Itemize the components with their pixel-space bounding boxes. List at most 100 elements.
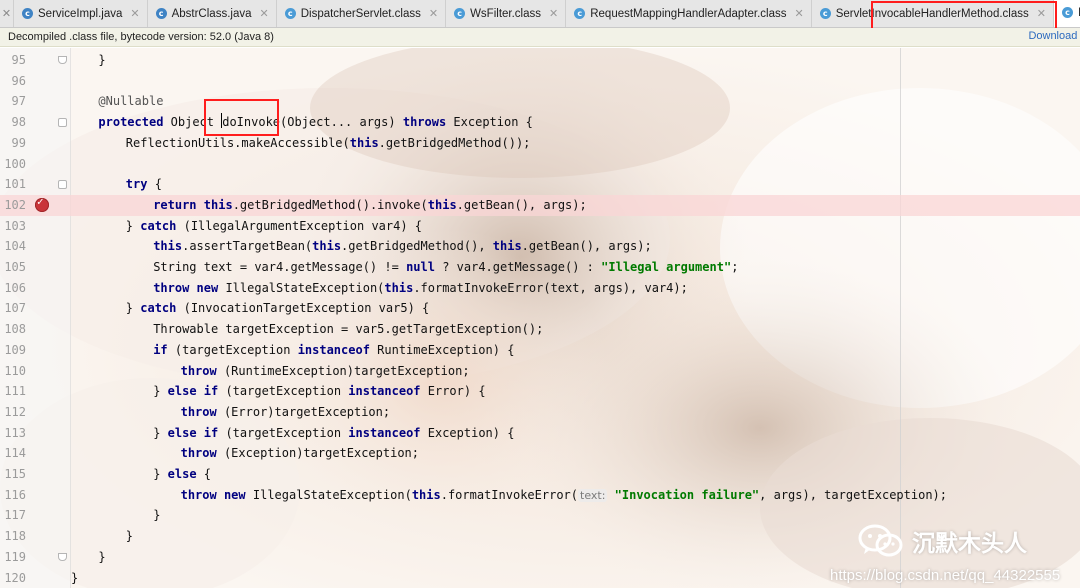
code-text[interactable]: } else { <box>153 464 211 485</box>
tab-close-icon[interactable]: ✕ <box>794 7 803 20</box>
line-number[interactable]: 102 <box>0 195 26 216</box>
code-text[interactable]: try { <box>126 174 162 195</box>
code-text[interactable]: } catch (IllegalArgumentException var4) … <box>126 216 422 237</box>
code-line[interactable]: 114 throw (Exception)targetException; <box>0 443 1080 464</box>
code-line[interactable]: 116 throw new IllegalStateException(this.… <box>0 485 1080 506</box>
breakpoint-icon[interactable] <box>35 195 49 212</box>
code-text[interactable]: } <box>153 505 160 526</box>
watermark-url: https://blog.csdn.net/qq_44322555 <box>830 567 1061 584</box>
tab-abstrclass-java[interactable]: c AbstrClass.java ✕ <box>148 0 277 27</box>
download-sources-link[interactable]: Download Sou <box>1028 30 1080 42</box>
tab-close-icon[interactable]: ✕ <box>0 0 14 27</box>
code-text[interactable]: @Nullable <box>98 91 163 112</box>
code-line[interactable]: 108 Throwable targetException = var5.getT… <box>0 319 1080 340</box>
line-number[interactable]: 106 <box>0 278 26 299</box>
line-number[interactable]: 115 <box>0 464 26 485</box>
code-line[interactable]: 109 if (targetException instanceof Runtim… <box>0 340 1080 361</box>
code-text[interactable]: ReflectionUtils.makeAccessible(this.getB… <box>126 133 531 154</box>
keyword: else <box>167 467 197 481</box>
line-number[interactable]: 110 <box>0 361 26 382</box>
tab-invocablehandlermethod-class[interactable]: cInvocableHandlerMethod.class✕ <box>1053 0 1080 27</box>
code-token: (RuntimeException)targetException; <box>216 363 470 378</box>
code-line[interactable]: 100 <box>0 154 1080 175</box>
tab-close-icon[interactable]: ✕ <box>429 7 438 20</box>
tab-close-icon[interactable]: ✕ <box>259 7 268 20</box>
code-text[interactable]: throw (Exception)targetException; <box>181 443 419 464</box>
code-text[interactable]: throw (Error)targetException; <box>181 402 391 423</box>
code-line[interactable]: 102 return this.getBridgedMethod().invoke… <box>0 194 1080 216</box>
line-number[interactable]: 113 <box>0 423 26 444</box>
line-number[interactable]: 108 <box>0 319 26 340</box>
tab-close-icon[interactable]: ✕ <box>1037 7 1046 20</box>
keyword: new <box>223 487 246 502</box>
line-number[interactable]: 98 <box>0 112 26 133</box>
keyword: this <box>427 197 457 212</box>
line-number[interactable]: 101 <box>0 174 26 195</box>
line-number[interactable]: 111 <box>0 381 26 402</box>
line-number[interactable]: 104 <box>0 236 26 257</box>
line-number[interactable]: 118 <box>0 526 26 547</box>
tab-close-icon[interactable]: ✕ <box>130 7 139 20</box>
code-line[interactable]: 110 throw (RuntimeException)targetExcepti… <box>0 361 1080 382</box>
code-text[interactable]: throw new IllegalStateException(this.for… <box>153 278 688 299</box>
code-text[interactable]: throw (RuntimeException)targetException; <box>181 361 470 382</box>
line-number[interactable]: 96 <box>0 71 26 92</box>
code-text[interactable]: throw new IllegalStateException(this.for… <box>181 485 947 507</box>
line-number[interactable]: 112 <box>0 402 26 423</box>
code-text[interactable]: } <box>98 50 105 71</box>
tab-close-icon[interactable]: ✕ <box>549 7 558 20</box>
code-text[interactable]: protected Object doInvoke(Object... args… <box>98 112 533 133</box>
code-editor[interactable]: 95} 96 97 @Nullable 98 protected Object doInv… <box>0 48 1080 588</box>
code-line[interactable]: 98 protected Object doInvoke(Object... ar… <box>0 112 1080 133</box>
code-line[interactable]: 103 } catch (IllegalArgumentException var… <box>0 216 1080 237</box>
code-line[interactable]: 112 throw (Error)targetException; <box>0 402 1080 423</box>
line-number[interactable]: 116 <box>0 485 26 506</box>
code-line[interactable]: 107 } catch (InvocationTargetException va… <box>0 298 1080 319</box>
line-number[interactable]: 99 <box>0 133 26 154</box>
line-number[interactable]: 105 <box>0 257 26 278</box>
line-number[interactable]: 114 <box>0 443 26 464</box>
code-line[interactable]: 104 this.assertTargetBean(this.getBridged… <box>0 236 1080 257</box>
line-number[interactable]: 107 <box>0 298 26 319</box>
line-number[interactable]: 95 <box>0 50 26 71</box>
code-line[interactable]: 113 } else if (targetException instanceof… <box>0 423 1080 444</box>
keyword: this <box>312 239 342 254</box>
code-text[interactable]: Throwable targetException = var5.getTarg… <box>153 319 543 340</box>
code-text[interactable]: } <box>98 547 105 568</box>
line-number[interactable]: 103 <box>0 216 26 237</box>
fold-marker-icon[interactable] <box>58 180 67 190</box>
line-number[interactable]: 117 <box>0 505 26 526</box>
code-text[interactable]: if (targetException instanceof RuntimeEx… <box>153 340 514 361</box>
code-text[interactable]: } else if (targetException instanceof Ex… <box>153 423 514 444</box>
code-line[interactable]: 105 String text = var4.getMessage() != nu… <box>0 257 1080 278</box>
fold-marker-icon[interactable] <box>58 118 67 128</box>
code-line[interactable]: 97 @Nullable <box>0 91 1080 112</box>
fold-marker-icon[interactable] <box>58 552 67 561</box>
code-line[interactable]: 95} <box>0 50 1080 71</box>
fold-marker-icon[interactable] <box>58 56 67 64</box>
code-text[interactable]: String text = var4.getMessage() != null … <box>153 257 738 278</box>
tab-dispatcherservlet-class[interactable]: c DispatcherServlet.class ✕ <box>277 0 447 27</box>
code-text[interactable]: return this.getBridgedMethod().invoke(th… <box>153 195 587 216</box>
line-number[interactable]: 97 <box>0 91 26 112</box>
code-line[interactable]: 106 throw new IllegalStateException(this.… <box>0 278 1080 299</box>
tab-serviceimpl-java[interactable]: c ServiceImpl.java ✕ <box>14 0 148 27</box>
code-text[interactable]: } <box>71 568 78 588</box>
code-line[interactable]: 99 ReflectionUtils.makeAccessible(this.ge… <box>0 133 1080 154</box>
keyword: catch <box>140 218 177 233</box>
code-line[interactable]: 115 } else { <box>0 464 1080 485</box>
code-line[interactable]: 101 try { <box>0 174 1080 195</box>
code-line[interactable]: 96 <box>0 71 1080 92</box>
code-line[interactable]: 111 } else if (targetException instanceof… <box>0 381 1080 402</box>
tab-requestmappinghandleradapter-class[interactable]: c RequestMappingHandlerAdapter.class ✕ <box>566 0 812 27</box>
code-text[interactable]: } catch (InvocationTargetException var5)… <box>126 298 429 319</box>
line-number[interactable]: 109 <box>0 340 26 361</box>
tab-servletinvocablehandlermethod-class[interactable]: c ServletInvocableHandlerMethod.class ✕ <box>812 0 1054 27</box>
code-text[interactable]: } <box>126 526 133 547</box>
code-text[interactable]: this.assertTargetBean(this.getBridgedMet… <box>153 236 652 257</box>
code-text[interactable]: } else if (targetException instanceof Er… <box>153 381 485 402</box>
tab-wsfilter-class[interactable]: c WsFilter.class ✕ <box>446 0 567 27</box>
line-number[interactable]: 119 <box>0 547 26 568</box>
line-number[interactable]: 100 <box>0 154 26 175</box>
line-number[interactable]: 120 <box>0 568 26 588</box>
